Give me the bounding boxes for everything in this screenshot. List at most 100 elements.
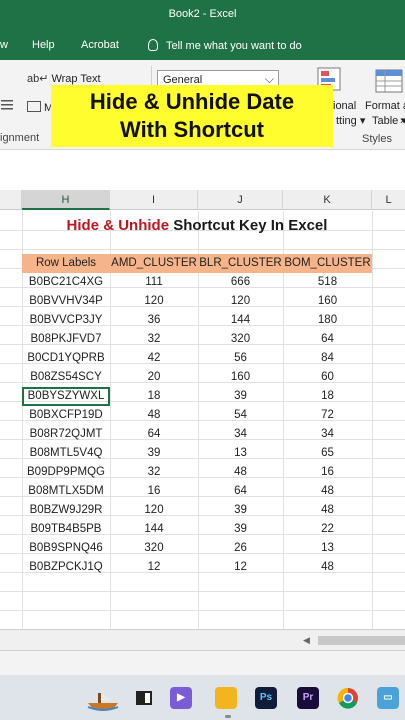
- photoshop-icon[interactable]: Ps: [255, 687, 277, 709]
- bom-cluster-cell[interactable]: 65: [283, 444, 372, 463]
- amd-cluster-cell[interactable]: 32: [110, 463, 198, 482]
- wrap-text-button[interactable]: ab↵ Wrap Text: [27, 72, 101, 85]
- bom-cluster-cell[interactable]: 16: [283, 463, 372, 482]
- video-caption-overlay: Hide & Unhide Date With Shortcut: [51, 85, 333, 147]
- bom-cluster-cell[interactable]: 180: [283, 311, 372, 330]
- scrollbar-thumb[interactable]: [318, 636, 405, 645]
- amd-cluster-cell[interactable]: 16: [110, 482, 198, 501]
- menu-item-view[interactable]: w: [0, 39, 8, 51]
- menu-item-help[interactable]: Help: [32, 39, 55, 51]
- blr-cluster-cell[interactable]: 320: [198, 330, 283, 349]
- sheet-title[interactable]: Hide & Unhide Shortcut Key In Excel: [22, 214, 372, 238]
- row-label-cell[interactable]: B08ZS54SCY: [22, 368, 110, 387]
- blr-cluster-cell[interactable]: 120: [198, 292, 283, 311]
- bom-cluster-cell[interactable]: 72: [283, 406, 372, 425]
- blr-cluster-cell[interactable]: 160: [198, 368, 283, 387]
- folder-icon[interactable]: [215, 687, 237, 709]
- amd-cluster-cell[interactable]: 120: [110, 292, 198, 311]
- row-label-cell[interactable]: B09DP9PMQG: [22, 463, 110, 482]
- bom-cluster-cell[interactable]: 64: [283, 330, 372, 349]
- column-header-l[interactable]: L: [372, 190, 405, 210]
- align-icon[interactable]: [0, 98, 14, 115]
- header-bom-cluster[interactable]: BOM_CLUSTER: [283, 254, 372, 273]
- bom-cluster-cell[interactable]: 34: [283, 425, 372, 444]
- row-label-cell[interactable]: B0BZPCKJ1Q: [22, 558, 110, 577]
- video-call-icon[interactable]: ▶: [170, 687, 192, 709]
- blr-cluster-cell[interactable]: 39: [198, 520, 283, 539]
- row-label-cell[interactable]: B0BVVHV34P: [22, 292, 110, 311]
- amd-cluster-cell[interactable]: 39: [110, 444, 198, 463]
- row-label-cell[interactable]: B0BZW9J29R: [22, 501, 110, 520]
- row-label-cell[interactable]: B0BC21C4XG: [22, 273, 110, 292]
- blr-cluster-cell[interactable]: 39: [198, 501, 283, 520]
- amd-cluster-cell[interactable]: 320: [110, 539, 198, 558]
- amd-cluster-cell[interactable]: 111: [110, 273, 198, 292]
- amd-cluster-cell[interactable]: 48: [110, 406, 198, 425]
- amd-cluster-cell[interactable]: 144: [110, 520, 198, 539]
- blr-cluster-cell[interactable]: 56: [198, 349, 283, 368]
- premiere-icon[interactable]: Pr: [297, 687, 319, 709]
- bom-cluster-cell[interactable]: 160: [283, 292, 372, 311]
- blr-cluster-cell[interactable]: 144: [198, 311, 283, 330]
- header-row-labels[interactable]: Row Labels: [22, 254, 110, 273]
- ribbon-more[interactable]: ›: [400, 115, 404, 127]
- bom-cluster-cell[interactable]: 48: [283, 482, 372, 501]
- bom-cluster-cell[interactable]: 48: [283, 558, 372, 577]
- menu-item-acrobat[interactable]: Acrobat: [81, 39, 119, 51]
- column-header-j[interactable]: J: [198, 190, 283, 210]
- bom-cluster-cell[interactable]: 22: [283, 520, 372, 539]
- row-label-cell[interactable]: B09TB4B5PB: [22, 520, 110, 539]
- amd-cluster-cell[interactable]: 120: [110, 501, 198, 520]
- tell-me-search[interactable]: Tell me what you want to do: [148, 39, 302, 52]
- amd-cluster-cell[interactable]: 64: [110, 425, 198, 444]
- merge-icon: [27, 101, 41, 112]
- bom-cluster-cell[interactable]: 518: [283, 273, 372, 292]
- row-label-cell[interactable]: B0CD1YQPRB: [22, 349, 110, 368]
- blr-cluster-cell[interactable]: 666: [198, 273, 283, 292]
- header-amd-cluster[interactable]: AMD_CLUSTER: [110, 254, 198, 273]
- format-as-table-icon[interactable]: [375, 68, 403, 97]
- select-all-corner[interactable]: [0, 190, 22, 210]
- merge-center-button[interactable]: M: [27, 101, 53, 114]
- amd-cluster-cell[interactable]: 18: [110, 387, 198, 406]
- bom-cluster-cell[interactable]: 60: [283, 368, 372, 387]
- blr-cluster-cell[interactable]: 54: [198, 406, 283, 425]
- blr-cluster-cell[interactable]: 48: [198, 463, 283, 482]
- column-header-k[interactable]: K: [283, 190, 372, 210]
- worksheet-grid[interactable]: Hide & Unhide Shortcut Key In Excel Row …: [0, 211, 405, 629]
- column-header-i[interactable]: I: [110, 190, 198, 210]
- row-label-cell[interactable]: B08MTLX5DM: [22, 482, 110, 501]
- row-label-cell[interactable]: B0BYSZYWXL: [22, 387, 110, 406]
- bom-cluster-cell[interactable]: 84: [283, 349, 372, 368]
- row-label-cell[interactable]: B08R72QJMT: [22, 425, 110, 444]
- column-header-h[interactable]: H: [22, 190, 110, 210]
- bom-cluster-cell[interactable]: 18: [283, 387, 372, 406]
- header-blr-cluster[interactable]: BLR_CLUSTER: [198, 254, 283, 273]
- bom-cluster-cell[interactable]: 48: [283, 501, 372, 520]
- row-label-cell[interactable]: B0B9SPNQ46: [22, 539, 110, 558]
- window-icon[interactable]: [133, 687, 155, 709]
- blr-cluster-cell[interactable]: 64: [198, 482, 283, 501]
- scroll-left-icon[interactable]: ◀: [303, 635, 310, 646]
- amd-cluster-cell[interactable]: 12: [110, 558, 198, 577]
- blr-cluster-cell[interactable]: 39: [198, 387, 283, 406]
- amd-cluster-cell[interactable]: 42: [110, 349, 198, 368]
- amd-cluster-cell[interactable]: 20: [110, 368, 198, 387]
- monitor-icon[interactable]: ▭: [377, 687, 399, 709]
- blr-cluster-cell[interactable]: 26: [198, 539, 283, 558]
- row-label-cell[interactable]: B0BXCFP19D: [22, 406, 110, 425]
- blr-cluster-cell[interactable]: 12: [198, 558, 283, 577]
- boat-icon[interactable]: [86, 687, 120, 711]
- title-bar: Book2 - Excel: [0, 0, 405, 30]
- blr-cluster-cell[interactable]: 13: [198, 444, 283, 463]
- row-label-cell[interactable]: B08MTL5V4Q: [22, 444, 110, 463]
- row-label-cell[interactable]: B0BVVCP3JY: [22, 311, 110, 330]
- status-bar: [0, 651, 405, 675]
- bom-cluster-cell[interactable]: 13: [283, 539, 372, 558]
- amd-cluster-cell[interactable]: 36: [110, 311, 198, 330]
- row-label-cell[interactable]: B08PKJFVD7: [22, 330, 110, 349]
- horizontal-scrollbar[interactable]: ◀: [0, 629, 405, 651]
- blr-cluster-cell[interactable]: 34: [198, 425, 283, 444]
- amd-cluster-cell[interactable]: 32: [110, 330, 198, 349]
- chrome-icon[interactable]: [337, 687, 359, 709]
